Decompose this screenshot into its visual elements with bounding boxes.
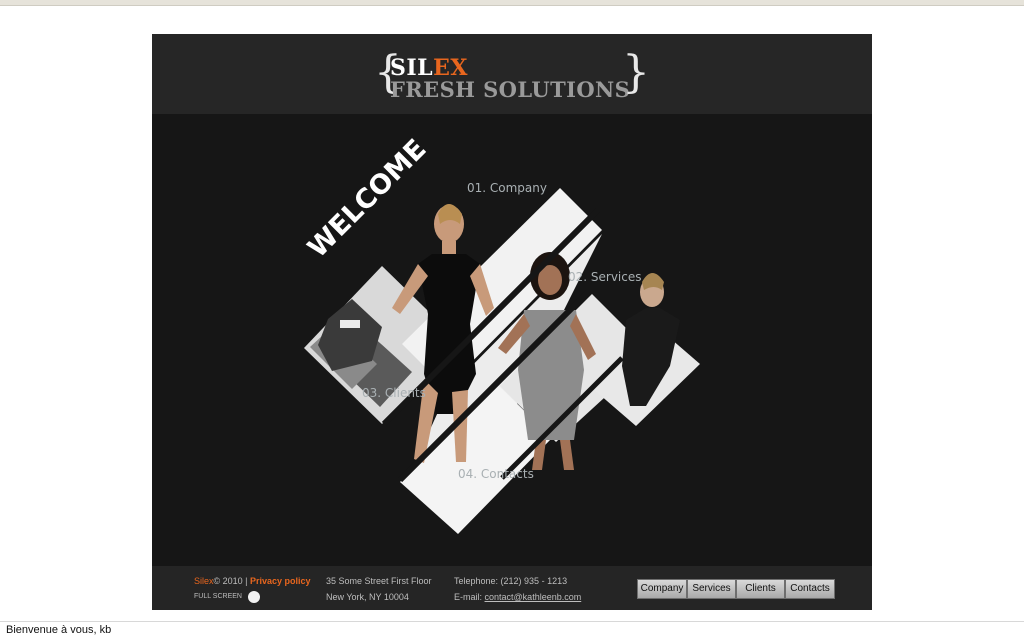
footer-telephone: Telephone: (212) 935 - 1213 bbox=[454, 576, 568, 586]
nav-clients-button[interactable]: Clients bbox=[736, 579, 785, 599]
site-footer: Silex© 2010 | Privacy policy FULL SCREEN… bbox=[152, 566, 872, 610]
footer-copyright-text: © 2010 | bbox=[213, 576, 248, 586]
footer-email-row: E-mail: contact@kathleenb.com bbox=[454, 592, 581, 602]
footer-address-line1: 35 Some Street First Floor bbox=[326, 576, 432, 586]
hero-stage: WELCOME 01. Company 02. Services 03. Cli… bbox=[152, 114, 872, 566]
footer-email-label: E-mail: bbox=[454, 592, 483, 602]
menu-clients[interactable]: 03. Clients bbox=[362, 386, 426, 400]
footer-copyright: Silex© 2010 | Privacy policy bbox=[194, 576, 311, 586]
menu-contacts[interactable]: 04. Contacts bbox=[458, 467, 534, 481]
status-bar-divider bbox=[0, 621, 1024, 622]
browser-top-edge bbox=[0, 0, 1024, 6]
site-header: { SILEX FRESH SOLUTIONS } bbox=[152, 34, 872, 114]
browser-status-bar: Bienvenue à vous, kb bbox=[6, 624, 112, 636]
fullscreen-label[interactable]: FULL SCREEN bbox=[194, 593, 242, 600]
nav-contacts-button[interactable]: Contacts bbox=[785, 579, 835, 599]
footer-email-link[interactable]: contact@kathleenb.com bbox=[485, 592, 582, 602]
fullscreen-toggle-icon[interactable] bbox=[248, 591, 260, 603]
footer-address-line2: New York, NY 10004 bbox=[326, 592, 409, 602]
logo-tagline: FRESH SOLUTIONS bbox=[390, 77, 631, 102]
privacy-policy-link[interactable]: Privacy policy bbox=[250, 576, 311, 586]
menu-company[interactable]: 01. Company bbox=[467, 181, 547, 195]
nav-company-button[interactable]: Company bbox=[637, 579, 687, 599]
menu-services[interactable]: 02. Services bbox=[568, 270, 642, 284]
nav-services-button[interactable]: Services bbox=[687, 579, 736, 599]
logo-brace-right: } bbox=[622, 47, 650, 98]
footer-brand: Silex bbox=[194, 576, 214, 586]
site-container: { SILEX FRESH SOLUTIONS } WELCOME 01. Co… bbox=[152, 34, 872, 610]
